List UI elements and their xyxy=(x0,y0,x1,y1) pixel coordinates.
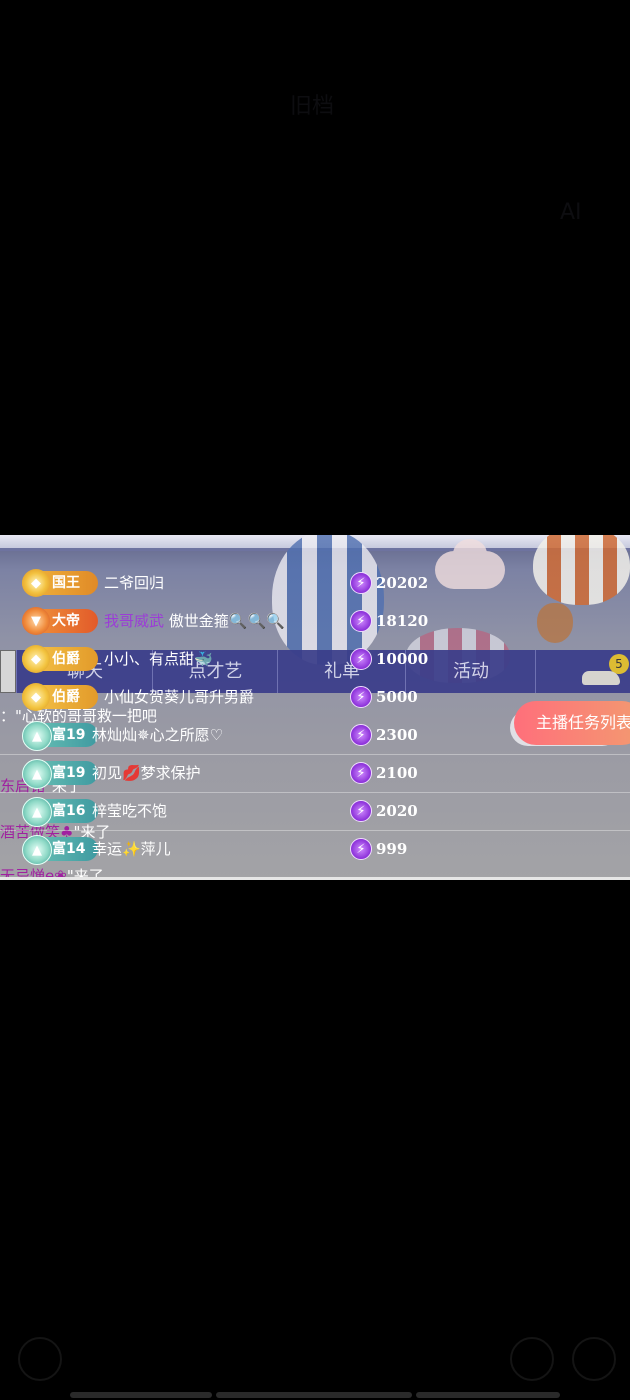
panel-bottom-bar xyxy=(0,877,630,880)
gift-score: 2100 xyxy=(376,764,418,782)
gift-score: 999 xyxy=(376,840,408,858)
ranking-row[interactable]: ◆ 伯爵 小仙女贺葵儿哥升男爵 ⚡ 5000 xyxy=(0,679,630,717)
rank-badge: ▼ 大帝 xyxy=(22,607,98,635)
crown-icon: ▼ xyxy=(22,607,50,635)
rank-badge: ◆ 国王 xyxy=(22,569,98,597)
user-name: 林灿灿✵心之所愿♡ xyxy=(92,726,224,744)
ranking-row[interactable]: ◆ 国王 二爷回归 ⚡ 20202 xyxy=(0,565,630,603)
user-name: 小小、有点甜🐳 xyxy=(104,650,213,668)
rank-badge: ◆ 伯爵 xyxy=(22,645,98,673)
diamond-icon: ◆ xyxy=(22,683,50,711)
lightning-icon: ⚡ xyxy=(350,800,372,822)
more-icon[interactable] xyxy=(572,1337,616,1381)
ranking-row[interactable]: ▲ 富16 梓莹吃不饱 ⚡ 2020 xyxy=(0,793,630,831)
triangle-gem-icon: ▲ xyxy=(22,797,52,827)
rank-badge-label: 国王 xyxy=(52,575,80,591)
gift-score: 5000 xyxy=(376,688,418,706)
user-name: 梓莹吃不饱 xyxy=(92,802,168,820)
ghost-title: 旧档 xyxy=(290,94,335,119)
diamond-icon: ◆ xyxy=(22,569,50,597)
rank-badge-label: 伯爵 xyxy=(52,651,80,667)
user-name: 小仙女贺葵儿哥升男爵 xyxy=(104,688,255,706)
user-name: 初见💋梦求保护 xyxy=(92,764,201,782)
lightning-icon: ⚡ xyxy=(350,762,372,784)
rank-badge-label: 富19 xyxy=(52,727,86,743)
user-name: 幸运✨萍儿 xyxy=(92,840,171,858)
triangle-gem-icon: ▲ xyxy=(22,835,52,865)
nav-bar-segment xyxy=(216,1392,412,1398)
lightning-icon: ⚡ xyxy=(350,838,372,860)
gift-score: 2300 xyxy=(376,726,418,744)
rank-badge: ▲ 富19 xyxy=(22,721,98,751)
ranking-row[interactable]: ▲ 富14 幸运✨萍儿 ⚡ 999 xyxy=(0,831,630,869)
user-name: 二爷回归 xyxy=(104,574,165,592)
rank-badge-label: 富16 xyxy=(52,803,86,819)
user-name: 我哥威武 傲世金箍🔍🔍🔍 xyxy=(104,603,285,639)
rank-badge-label: 大帝 xyxy=(52,613,80,629)
ranking-row[interactable]: ◆ 伯爵 小小、有点甜🐳 ⚡ 10000 xyxy=(0,641,630,679)
triangle-gem-icon: ▲ xyxy=(22,759,52,789)
rank-badge-label: 伯爵 xyxy=(52,689,80,705)
lightning-icon: ⚡ xyxy=(350,572,372,594)
emoji-icon[interactable] xyxy=(510,1337,554,1381)
diamond-icon: ◆ xyxy=(22,645,50,673)
back-icon[interactable] xyxy=(18,1337,62,1381)
rank-badge-label: 富14 xyxy=(52,841,86,857)
gift-ranking-panel: 聊天 点才艺 礼单 活动 5 主播任务列表 ："心软的哥哥救一把吧 东启铭"来了… xyxy=(0,535,630,880)
user-name-main: 我哥威武 xyxy=(104,612,165,630)
ranking-row[interactable]: ▲ 富19 林灿灿✵心之所愿♡ ⚡ 2300 xyxy=(0,717,630,755)
gift-score: 2020 xyxy=(376,802,418,820)
gift-score: 18120 xyxy=(376,612,429,630)
user-name-extra: 傲世金箍🔍🔍🔍 xyxy=(168,612,285,630)
lightning-icon: ⚡ xyxy=(350,610,372,632)
ranking-row[interactable]: ▼ 大帝 我哥威武 傲世金箍🔍🔍🔍 ⚡ 18120 xyxy=(0,603,630,641)
lightning-icon: ⚡ xyxy=(350,648,372,670)
ranking-row[interactable]: ▲ 富19 初见💋梦求保护 ⚡ 2100 xyxy=(0,755,630,793)
nav-bar-segment xyxy=(416,1392,560,1398)
gift-score: 20202 xyxy=(376,574,429,592)
rank-badge-label: 富19 xyxy=(52,765,86,781)
lightning-icon: ⚡ xyxy=(350,724,372,746)
ghost-side: AI xyxy=(560,200,582,225)
rank-badge: ▲ 富16 xyxy=(22,797,98,827)
lightning-icon: ⚡ xyxy=(350,686,372,708)
gift-score: 10000 xyxy=(376,650,429,668)
rank-badge: ▲ 富14 xyxy=(22,835,98,865)
rank-badge: ▲ 富19 xyxy=(22,759,98,789)
nav-bar-segment xyxy=(70,1392,212,1398)
rank-badge: ◆ 伯爵 xyxy=(22,683,98,711)
triangle-gem-icon: ▲ xyxy=(22,721,52,751)
